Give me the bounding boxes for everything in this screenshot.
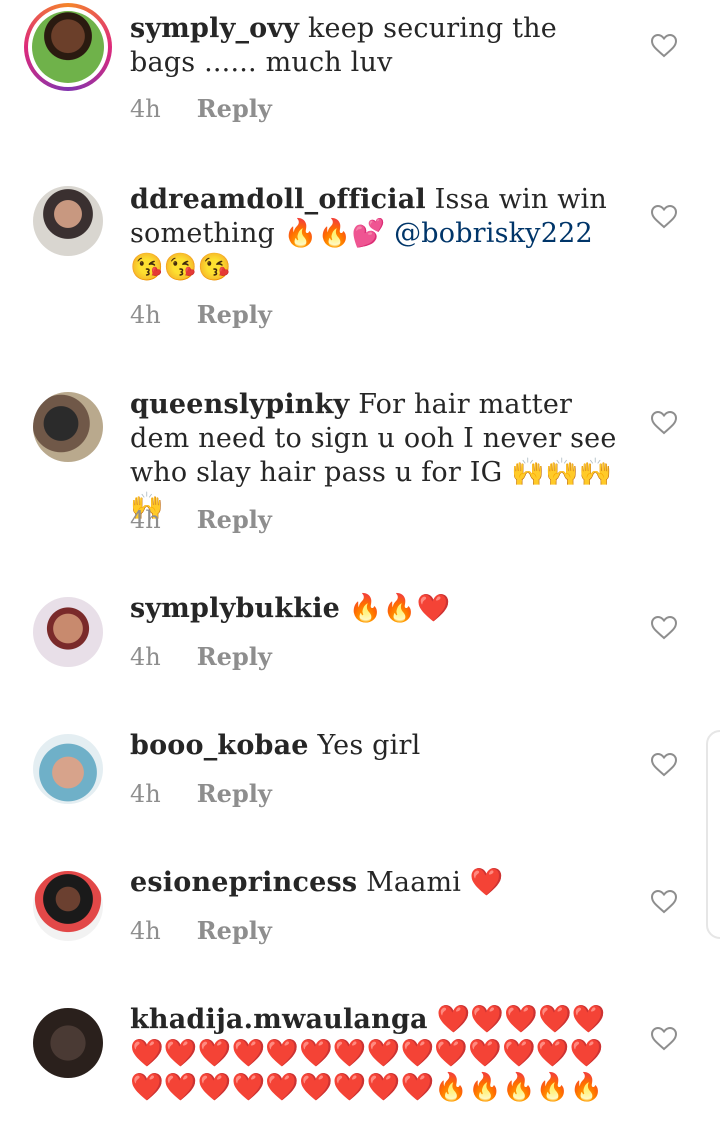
- comment-text: khadija.mwaulanga ❤️❤️❤️❤️❤️❤️❤️❤️❤️❤️❤️…: [130, 1003, 625, 1105]
- reply-button[interactable]: Reply: [197, 300, 272, 329]
- avatar-image: [33, 186, 103, 256]
- comment-text: symply_ovy keep securing the bags ......…: [130, 12, 630, 80]
- avatar-image: [33, 1008, 103, 1078]
- avatar-ring-inner: [28, 7, 108, 87]
- avatar-image: [33, 871, 103, 941]
- heart-outline-icon[interactable]: [651, 205, 677, 229]
- avatar[interactable]: [33, 186, 103, 256]
- avatar[interactable]: [33, 734, 103, 804]
- heart-outline-icon[interactable]: [651, 411, 677, 435]
- comment-username[interactable]: symply_ovy: [130, 13, 299, 44]
- avatar-image: [33, 597, 103, 667]
- heart-outline-icon[interactable]: [651, 616, 677, 640]
- heart-outline-icon[interactable]: [651, 34, 677, 58]
- comment-time: 4h: [130, 301, 161, 329]
- comment-meta: 4h Reply: [130, 779, 272, 808]
- heart-outline-icon[interactable]: [651, 753, 677, 777]
- comment-text: symplybukkie 🔥🔥❤️: [130, 592, 630, 626]
- comment-meta: 4h Reply: [130, 300, 272, 329]
- comment-time: 4h: [130, 917, 161, 945]
- reply-button[interactable]: Reply: [197, 94, 272, 123]
- comment-text: esioneprincess Maami ❤️: [130, 866, 630, 900]
- comment-username[interactable]: esioneprincess: [130, 867, 357, 898]
- comment-username[interactable]: ddreamdoll_official: [130, 184, 426, 215]
- reply-button[interactable]: Reply: [197, 916, 272, 945]
- avatar: [32, 11, 104, 83]
- comment-time: 4h: [130, 95, 161, 123]
- comment-username[interactable]: symplybukkie: [130, 593, 340, 624]
- mention-link[interactable]: @bobrisky222: [394, 218, 593, 249]
- avatar[interactable]: [33, 871, 103, 941]
- comment-body-after: 😘😘😘: [130, 252, 232, 283]
- comment-text: queenslypinky For hair matter dem need t…: [130, 388, 630, 524]
- comment-meta: 4h Reply: [130, 916, 272, 945]
- heart-outline-icon[interactable]: [651, 890, 677, 914]
- comment-text: booo_kobae Yes girl: [130, 729, 630, 763]
- comment-body: 🔥🔥❤️: [348, 593, 451, 624]
- reply-button[interactable]: Reply: [197, 505, 272, 534]
- avatar[interactable]: [33, 1008, 103, 1078]
- avatar[interactable]: [33, 597, 103, 667]
- reply-button[interactable]: Reply: [197, 779, 272, 808]
- comment-body: Yes girl: [317, 730, 421, 761]
- comment-meta: 4h Reply: [130, 505, 272, 534]
- heart-outline-icon[interactable]: [651, 1027, 677, 1051]
- comment-meta: 4h Reply: [130, 642, 272, 671]
- avatar-story-ring[interactable]: [24, 3, 112, 91]
- comment-username[interactable]: booo_kobae: [130, 730, 309, 761]
- comment-meta: 4h Reply: [130, 94, 272, 123]
- avatar-image: [33, 734, 103, 804]
- reply-button[interactable]: Reply: [197, 642, 272, 671]
- comment-text: ddreamdoll_official Issa win win somethi…: [130, 183, 630, 285]
- edge-panel-handle[interactable]: [706, 730, 720, 939]
- comment-time: 4h: [130, 506, 161, 534]
- comment-time: 4h: [130, 780, 161, 808]
- comment-username[interactable]: khadija.mwaulanga: [130, 1004, 428, 1035]
- comment-body: Maami ❤️: [366, 867, 504, 898]
- avatar[interactable]: [33, 392, 103, 462]
- comment-time: 4h: [130, 643, 161, 671]
- avatar-image: [33, 392, 103, 462]
- comment-username[interactable]: queenslypinky: [130, 389, 349, 420]
